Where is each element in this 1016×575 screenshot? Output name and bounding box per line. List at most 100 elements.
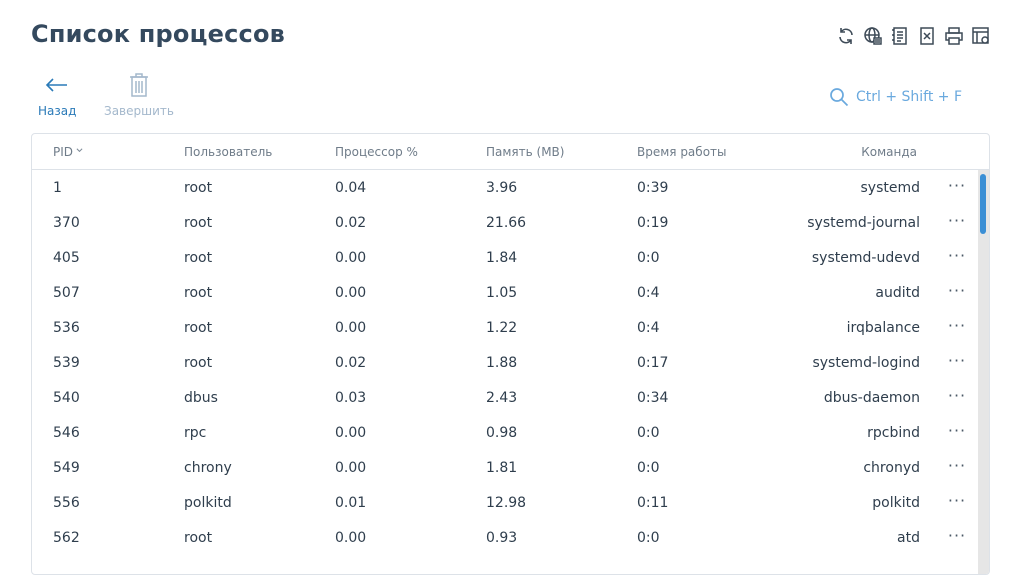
table-row[interactable]: 405 root 0.00 1.84 0:0 systemd-udevd ··· (32, 240, 989, 275)
cell-command: dbus-daemon (823, 390, 920, 406)
search-button[interactable]: Ctrl + Shift + F (828, 86, 962, 108)
page-title: Список процессов (31, 20, 286, 48)
more-options-icon[interactable]: ··· (947, 385, 967, 405)
table-row[interactable]: 562 root 0.00 0.93 0:0 atd ··· (32, 520, 989, 555)
cell-pid: 556 (53, 495, 80, 511)
column-header-pid[interactable]: PID (53, 145, 83, 159)
cell-pid: 540 (53, 390, 80, 406)
cell-user: root (184, 530, 213, 546)
refresh-icon[interactable] (834, 24, 857, 47)
table-row[interactable]: 370 root 0.02 21.66 0:19 systemd-journal ··· (32, 205, 989, 240)
table-row[interactable]: 546 rpc 0.00 0.98 0:0 rpcbind ··· (32, 415, 989, 450)
cell-user: rpc (184, 425, 207, 441)
cell-uptime: 0:0 (637, 425, 660, 441)
cell-user: dbus (184, 390, 218, 406)
cell-uptime: 0:19 (637, 215, 669, 231)
cell-uptime: 0:39 (637, 180, 669, 196)
cell-pid: 370 (53, 215, 80, 231)
cell-cpu: 0.00 (335, 530, 367, 546)
cell-memory: 1.22 (486, 320, 518, 336)
cell-command: irqbalance (846, 320, 920, 336)
cell-user: root (184, 285, 213, 301)
trash-icon (129, 73, 148, 97)
cell-command: chronyd (863, 460, 920, 476)
more-options-icon[interactable]: ··· (947, 315, 967, 335)
table-row[interactable]: 549 chrony 0.00 1.81 0:0 chronyd ··· (32, 450, 989, 485)
cell-command: auditd (875, 285, 920, 301)
cell-pid: 536 (53, 320, 80, 336)
more-options-icon[interactable]: ··· (947, 525, 967, 545)
column-header-command[interactable]: Команда (861, 145, 917, 159)
column-header-cpu[interactable]: Процессор % (335, 145, 418, 159)
cell-memory: 0.93 (486, 530, 518, 546)
cell-memory: 2.43 (486, 390, 518, 406)
cell-command: systemd-journal (807, 215, 920, 231)
arrow-left-icon (46, 78, 68, 92)
cell-pid: 1 (53, 180, 62, 196)
more-options-icon[interactable]: ··· (947, 280, 967, 300)
document-list-icon[interactable] (888, 24, 911, 47)
more-options-icon[interactable]: ··· (947, 245, 967, 265)
back-label: Назад (38, 104, 77, 118)
top-toolbar (834, 24, 992, 47)
cell-pid: 405 (53, 250, 80, 266)
cell-cpu: 0.00 (335, 320, 367, 336)
more-options-icon[interactable]: ··· (947, 420, 967, 440)
cell-command: systemd-udevd (811, 250, 920, 266)
cell-cpu: 0.00 (335, 250, 367, 266)
table-row[interactable]: 539 root 0.02 1.88 0:17 systemd-logind ··· (32, 345, 989, 380)
cell-user: root (184, 250, 213, 266)
table-row[interactable]: 507 root 0.00 1.05 0:4 auditd ··· (32, 275, 989, 310)
cell-memory: 12.98 (486, 495, 527, 511)
cell-user: root (184, 215, 213, 231)
back-button[interactable]: Назад (38, 72, 76, 118)
print-icon[interactable] (942, 24, 965, 47)
column-header-user[interactable]: Пользователь (184, 145, 272, 159)
table-row[interactable]: 556 polkitd 0.01 12.98 0:11 polkitd ··· (32, 485, 989, 520)
cell-command: systemd-logind (812, 355, 920, 371)
column-header-uptime[interactable]: Время работы (637, 145, 727, 159)
cell-user: root (184, 355, 213, 371)
cell-user: chrony (184, 460, 232, 476)
network-icon[interactable] (861, 24, 884, 47)
vertical-scrollbar[interactable] (978, 170, 989, 574)
cell-uptime: 0:34 (637, 390, 669, 406)
table-row[interactable]: 536 root 0.00 1.22 0:4 irqbalance ··· (32, 310, 989, 345)
settings-table-icon[interactable] (969, 24, 992, 47)
search-icon (830, 88, 849, 107)
more-options-icon[interactable]: ··· (947, 455, 967, 475)
cell-cpu: 0.00 (335, 425, 367, 441)
cell-user: polkitd (184, 495, 232, 511)
cell-cpu: 0.02 (335, 355, 367, 371)
end-label: Завершить (104, 104, 174, 118)
more-options-icon[interactable]: ··· (947, 350, 967, 370)
end-process-button[interactable]: Завершить (104, 72, 174, 118)
cell-user: root (184, 180, 213, 196)
more-options-icon[interactable]: ··· (947, 175, 967, 195)
cell-uptime: 0:4 (637, 285, 660, 301)
cell-uptime: 0:11 (637, 495, 669, 511)
cell-user: root (184, 320, 213, 336)
cell-uptime: 0:4 (637, 320, 660, 336)
cell-cpu: 0.00 (335, 285, 367, 301)
cell-pid: 507 (53, 285, 80, 301)
cell-command: polkitd (872, 495, 920, 511)
cell-memory: 1.81 (486, 460, 518, 476)
scrollbar-thumb[interactable] (980, 174, 986, 234)
table-row[interactable]: 540 dbus 0.03 2.43 0:34 dbus-daemon ··· (32, 380, 989, 415)
cell-memory: 1.05 (486, 285, 518, 301)
cell-cpu: 0.04 (335, 180, 367, 196)
table-row[interactable]: 1 root 0.04 3.96 0:39 systemd ··· (32, 170, 989, 205)
cell-pid: 539 (53, 355, 80, 371)
process-table: PID Пользователь Процессор % Память (MB)… (31, 133, 990, 575)
cell-uptime: 0:0 (637, 250, 660, 266)
column-header-memory[interactable]: Память (MB) (486, 145, 564, 159)
cell-pid: 549 (53, 460, 80, 476)
more-options-icon[interactable]: ··· (947, 490, 967, 510)
more-options-icon[interactable]: ··· (947, 210, 967, 230)
excel-export-icon[interactable] (915, 24, 938, 47)
cell-memory: 0.98 (486, 425, 518, 441)
cell-cpu: 0.03 (335, 390, 367, 406)
cell-memory: 21.66 (486, 215, 527, 231)
search-shortcut-hint: Ctrl + Shift + F (855, 89, 962, 105)
